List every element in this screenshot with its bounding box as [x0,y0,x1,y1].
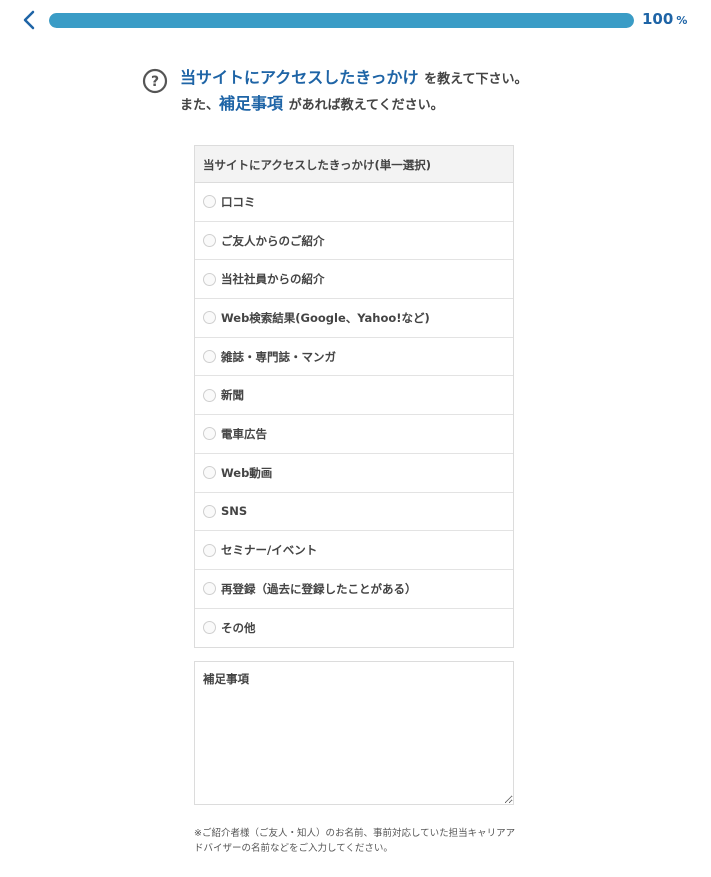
radio-option[interactable]: Web検索結果(Google、Yahoo!など) [195,299,513,338]
radio-option-label: 当社社員からの紹介 [221,272,325,287]
question-text-2: があれば教えてください。 [288,98,444,113]
radio-option-label: SNS [221,504,248,519]
radio-option-label: Web動画 [221,465,273,480]
radio-option[interactable]: ご友人からのご紹介 [195,222,513,261]
radio-option[interactable]: 新聞 [195,376,513,416]
progress-bar [49,13,634,28]
radio-option-label: ご友人からのご紹介 [221,233,325,248]
radio-button[interactable] [203,311,216,325]
radio-option[interactable]: セミナー/イベント [195,531,513,570]
radio-option[interactable]: 当社社員からの紹介 [195,260,513,300]
radio-option[interactable]: 雑誌・専門誌・マンガ [195,338,513,377]
radio-button[interactable] [203,195,216,209]
chevron-left-icon[interactable] [22,10,36,30]
radio-option[interactable]: Web動画 [195,454,513,493]
question-text-1: を教えて下さい。 [424,72,528,87]
question-circle-icon: ? [142,68,168,94]
radio-option-label: 電車広告 [221,426,267,441]
radio-option[interactable]: SNS [195,493,513,532]
progress-value: 100 [642,10,674,28]
progress-header: 100% [0,0,711,40]
radio-button[interactable] [203,543,216,557]
progress-bar-fill [49,13,634,28]
svg-text:?: ? [151,74,159,90]
radio-button[interactable] [203,504,216,518]
radio-option[interactable]: 口コミ [195,183,513,222]
radio-option-label: 新聞 [221,388,244,403]
question-prefix-2: また、 [180,98,220,113]
access-reason-radio-group: 当サイトにアクセスしたきっかけ(単一選択) 口コミご友人からのご紹介 当社社員から… [194,145,514,649]
radio-button[interactable] [203,621,216,635]
question-line-2: また、補足事項 があれば教えてください。 [180,90,444,114]
radio-option[interactable]: 電車広告 [195,415,513,454]
back-button[interactable] [18,8,40,32]
radio-button[interactable] [203,582,216,596]
radio-option-list: 口コミご友人からのご紹介 当社社員からの紹介 Web検索結果(Google、Yaho… [195,183,513,647]
radio-option-label: その他 [221,620,256,635]
radio-option[interactable]: 再登録（過去に登録したことがある） [195,570,513,609]
question-highlight-2: 補足事項 [219,94,284,113]
radio-group-header: 当サイトにアクセスしたきっかけ(単一選択) [195,146,513,183]
radio-button[interactable] [203,466,216,480]
radio-button[interactable] [203,272,216,286]
question-highlight-1: 当サイトにアクセスしたきっかけ [180,68,419,87]
radio-option-label: Web検索結果(Google、Yahoo!など) [221,310,430,325]
radio-option-label: 再登録（過去に登録したことがある） [221,581,417,596]
radio-option-label: 雑誌・専門誌・マンガ [221,349,336,364]
radio-option-label: セミナー/イベント [221,543,318,558]
progress-unit: % [676,14,688,27]
radio-option[interactable]: その他 [195,609,513,648]
radio-button[interactable] [203,388,216,402]
footnote: ※ご紹介者様（ご友人・知人）のお名前、事前対応していた担当キャリアアドバイザーの… [194,828,516,854]
radio-button[interactable] [203,350,216,364]
radio-button[interactable] [203,427,216,441]
radio-button[interactable] [203,234,216,248]
question-line-1: 当サイトにアクセスしたきっかけ を教えて下さい。 [180,64,528,88]
radio-option-label: 口コミ [221,194,256,209]
progress-percentage: 100% [642,10,687,28]
notes-textarea[interactable] [194,661,514,805]
